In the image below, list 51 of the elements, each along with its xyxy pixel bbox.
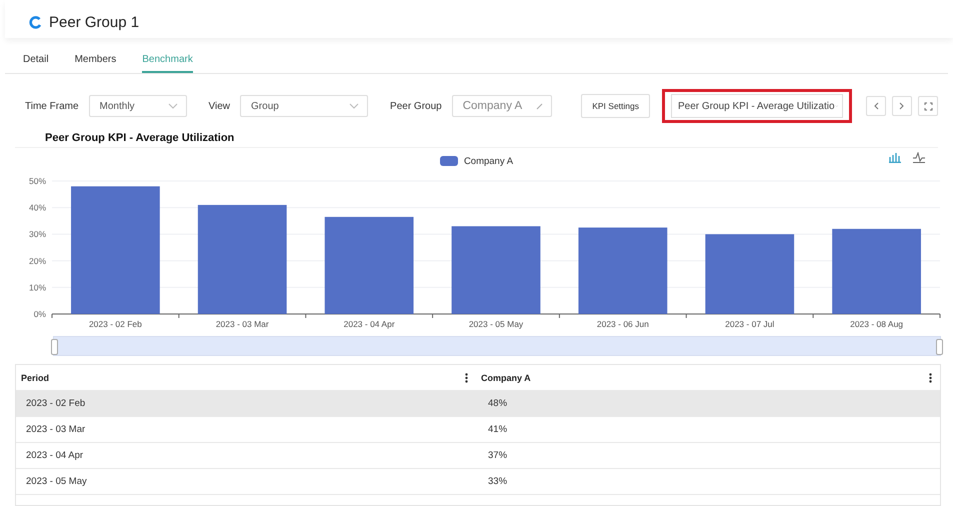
more-options-icon[interactable]: [929, 372, 932, 382]
x-axis-label: 2023 - 02 Feb: [88, 319, 142, 329]
filter-label: Time Frame: [25, 100, 79, 112]
chart-title: Peer Group KPI - Average Utilization: [15, 128, 938, 148]
kpi-settings-button[interactable]: KPI Settings: [581, 94, 650, 118]
table-row[interactable]: 2023 - 02 Feb 48%: [16, 391, 940, 417]
x-axis-label: 2023 - 03 Mar: [216, 319, 269, 329]
expand-icon: [924, 102, 932, 110]
column-header: Company A: [481, 372, 531, 382]
peer-group-field[interactable]: Company A: [452, 95, 552, 117]
table-cell-text: 33%: [487, 476, 508, 487]
x-axis-label: 2023 - 06 Jun: [596, 319, 649, 329]
y-axis-label: 10%: [28, 282, 46, 292]
x-axis-label: 2023 - 07 Jul: [725, 319, 774, 329]
dropdown[interactable]: Monthly: [88, 95, 187, 117]
next-button[interactable]: [892, 96, 912, 116]
y-axis-label: 0%: [34, 309, 46, 319]
column-header: Period: [21, 372, 50, 382]
x-axis-label: 2023 - 04 Apr: [344, 319, 395, 329]
chevron-right-icon: [899, 102, 905, 110]
chevron-down-icon: [168, 103, 178, 109]
table-cell-text: 2023 - 03 Mar: [25, 424, 86, 435]
table-cell-text: 41%: [487, 424, 508, 435]
fullscreen-button[interactable]: [918, 96, 938, 116]
table-cell-text: 2023 - 04 Apr: [25, 450, 84, 461]
chevron-left-icon: [873, 102, 879, 110]
tab[interactable]: Detail: [23, 54, 49, 73]
chevron-down-icon: [349, 103, 360, 109]
tab[interactable]: Members: [74, 54, 116, 73]
y-axis-label: 30%: [28, 229, 46, 240]
table-cell-text: 48%: [487, 398, 508, 409]
x-axis-label: 2023 - 08 Aug: [850, 319, 904, 329]
y-axis-label: 20%: [28, 256, 46, 266]
y-axis-label: 40%: [28, 202, 46, 213]
line-chart-icon[interactable]: [913, 152, 925, 163]
legend-label: Company A: [464, 156, 514, 166]
y-axis-label: 50%: [28, 176, 46, 186]
table-cell-text: 2023 - 05 May: [25, 476, 88, 487]
ring-icon: [29, 16, 42, 28]
previous-button[interactable]: [866, 96, 886, 116]
table-cell-text: 37%: [487, 450, 508, 461]
kpi-dropdown[interactable]: Peer Group KPI - Average Utilizatio: [671, 94, 843, 118]
page-title: Peer Group 1: [49, 14, 140, 30]
filter-label: Peer Group: [390, 100, 442, 112]
filter-label: View: [208, 100, 230, 112]
x-axis-label: 2023 - 05 May: [468, 319, 524, 329]
dropdown[interactable]: Group: [240, 95, 368, 117]
edit-icon: [536, 102, 543, 110]
bar-chart-icon[interactable]: [889, 152, 901, 163]
table-cell-text: 2023 - 02 Feb: [25, 398, 86, 409]
more-options-icon[interactable]: [465, 372, 468, 382]
